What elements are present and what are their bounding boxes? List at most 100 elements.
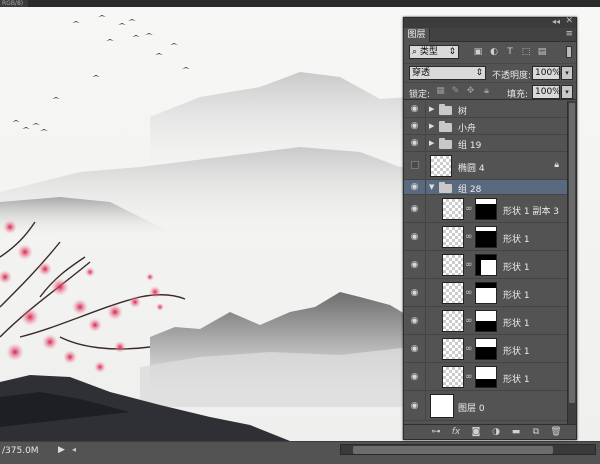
close-panel-icon[interactable]: ✕ xyxy=(565,16,573,26)
layer-thumbnail xyxy=(442,198,464,220)
visibility-eye-icon[interactable]: ◉ xyxy=(408,316,421,326)
lock-image-pixels-icon[interactable]: ✎ xyxy=(450,86,461,97)
adjustment-layer-icon[interactable]: ◑ xyxy=(490,427,502,438)
opacity-slider-toggle[interactable]: ▾ xyxy=(561,66,573,80)
scroll-left-arrow-icon[interactable]: ◂ xyxy=(72,445,76,454)
layer-row[interactable]: ◉ ∞ 形状 1 xyxy=(404,363,567,391)
layer-mask-thumbnail[interactable] xyxy=(475,282,497,304)
layer-row-selected[interactable]: ◉ ▼ 组 28 xyxy=(404,180,567,195)
layer-thumbnail xyxy=(430,394,454,418)
horizontal-scrollbar[interactable] xyxy=(340,444,596,455)
fill-input[interactable]: 100% xyxy=(532,85,561,99)
expand-arrow-icon[interactable]: ▶ xyxy=(429,122,434,130)
blend-mode-select[interactable]: 穿透 ⇕ xyxy=(409,66,486,80)
panel-menu-icon[interactable]: ≡ xyxy=(565,29,573,39)
layer-name: 组 28 xyxy=(458,185,482,195)
filter-toggle[interactable] xyxy=(566,46,572,58)
layer-name: 形状 1 xyxy=(503,263,530,273)
collapse-arrow-icon[interactable]: ▼ xyxy=(429,183,434,191)
visibility-eye-icon[interactable]: ◉ xyxy=(408,182,421,192)
new-layer-icon[interactable]: ⧉ xyxy=(530,427,542,438)
blend-row: 穿透 ⇕ 不透明度: 100% ▾ xyxy=(404,63,576,82)
type-filter-icon[interactable]: T xyxy=(504,46,516,58)
shape-filter-icon[interactable]: ⬚ xyxy=(520,46,532,58)
layer-mask-thumbnail[interactable] xyxy=(475,310,497,332)
layer-row[interactable]: ◉ ▶ 树 xyxy=(404,101,567,118)
status-menu-arrow-icon[interactable]: ▶ xyxy=(58,445,65,455)
layers-vertical-scrollbar[interactable] xyxy=(567,101,576,424)
collapse-panel-icon[interactable]: ◂◂ xyxy=(552,17,560,26)
layer-row[interactable]: 椭圆 4 🔒︎ xyxy=(404,152,567,180)
mask-link-icon[interactable]: ∞ xyxy=(465,232,473,242)
layer-name: 形状 1 xyxy=(503,319,530,329)
layers-panel: ◂◂ ✕ 图层 ≡ ⌕ 类型 ⇕ ▣ ◐ T ⬚ ▤ 穿透 ⇕ 不透明度: 100%… xyxy=(403,16,577,440)
document-tab[interactable]: RGB/8) xyxy=(0,0,28,7)
panel-title-strip[interactable]: ◂◂ ✕ xyxy=(404,16,576,28)
layer-mask-thumbnail[interactable] xyxy=(475,198,497,220)
layer-name: 形状 1 xyxy=(503,375,530,385)
layer-thumbnail xyxy=(442,366,464,388)
add-mask-icon[interactable]: ◙ xyxy=(470,427,482,438)
filter-kind-label: 类型 xyxy=(419,47,438,57)
layer-name: 形状 1 xyxy=(503,291,530,301)
dropdown-arrow-icon: ⇕ xyxy=(448,47,456,57)
opacity-input[interactable]: 100% xyxy=(532,66,561,80)
layer-row[interactable]: ◉ ∞ 形状 1 xyxy=(404,335,567,363)
visibility-eye-icon[interactable]: ◉ xyxy=(408,401,421,411)
layer-mask-thumbnail[interactable] xyxy=(475,366,497,388)
horizontal-scrollbar-thumb[interactable] xyxy=(353,446,553,454)
lock-all-icon[interactable]: 🔒︎ xyxy=(481,86,492,97)
layer-name: 形状 1 副本 3 xyxy=(503,207,560,217)
visibility-eye-icon[interactable]: ◉ xyxy=(408,372,421,382)
expand-arrow-icon[interactable]: ▶ xyxy=(429,139,434,147)
blend-mode-value: 穿透 xyxy=(412,68,431,78)
mask-link-icon[interactable]: ∞ xyxy=(465,260,473,270)
mask-link-icon[interactable]: ∞ xyxy=(465,344,473,354)
delete-layer-icon[interactable]: 🗑︎ xyxy=(550,427,562,438)
visibility-eye-icon[interactable]: ◉ xyxy=(408,344,421,354)
visibility-off-box[interactable] xyxy=(411,161,419,169)
lock-transparent-pixels-icon[interactable]: ▦ xyxy=(435,86,446,97)
layer-row[interactable]: ◉ ∞ 形状 1 xyxy=(404,279,567,307)
mask-link-icon[interactable]: ∞ xyxy=(465,288,473,298)
smart-object-filter-icon[interactable]: ▤ xyxy=(536,46,548,58)
visibility-eye-icon[interactable]: ◉ xyxy=(408,288,421,298)
adjustment-filter-icon[interactable]: ◐ xyxy=(488,46,500,58)
layer-name: 图层 0 xyxy=(458,404,485,414)
document-size-readout[interactable]: /375.0M xyxy=(2,446,39,456)
layer-style-fx-icon[interactable]: fx xyxy=(450,427,462,438)
visibility-eye-icon[interactable]: ◉ xyxy=(408,260,421,270)
layer-mask-thumbnail[interactable] xyxy=(475,338,497,360)
layer-name: 椭圆 4 xyxy=(458,164,485,174)
expand-arrow-icon[interactable]: ▶ xyxy=(429,105,434,113)
layer-row[interactable]: ◉ ∞ 形状 1 xyxy=(404,223,567,251)
mask-link-icon[interactable]: ∞ xyxy=(465,316,473,326)
layers-scrollbar-thumb[interactable] xyxy=(569,103,575,403)
layer-row[interactable]: ◉ ▶ 组 19 xyxy=(404,135,567,152)
layer-row[interactable]: ◉ ▶ 小舟 xyxy=(404,118,567,135)
layer-mask-thumbnail[interactable] xyxy=(475,226,497,248)
tab-layers[interactable]: 图层 xyxy=(404,28,430,42)
lock-position-icon[interactable]: ✥ xyxy=(465,86,476,97)
layer-mask-thumbnail[interactable] xyxy=(475,254,497,276)
visibility-eye-icon[interactable]: ◉ xyxy=(408,204,421,214)
mask-link-icon[interactable]: ∞ xyxy=(465,372,473,382)
layer-row[interactable]: ◉ ∞ 形状 1 xyxy=(404,251,567,279)
visibility-eye-icon[interactable]: ◉ xyxy=(408,121,421,131)
pixel-filter-icon[interactable]: ▣ xyxy=(472,46,484,58)
lock-label: 锁定: xyxy=(409,90,431,100)
fill-slider-toggle[interactable]: ▾ xyxy=(561,85,573,99)
visibility-eye-icon[interactable]: ◉ xyxy=(408,138,421,148)
mask-link-icon[interactable]: ∞ xyxy=(465,204,473,214)
visibility-eye-icon[interactable]: ◉ xyxy=(408,104,421,114)
link-layers-icon[interactable]: ⊶ xyxy=(430,427,442,438)
filter-kind-select[interactable]: ⌕ 类型 ⇕ xyxy=(409,45,459,59)
layer-row[interactable]: ◉ ∞ 形状 1 副本 3 xyxy=(404,195,567,223)
lock-row: 锁定: ▦ ✎ ✥ 🔒︎ 填充: 100% ▾ xyxy=(404,82,576,100)
visibility-eye-icon[interactable]: ◉ xyxy=(408,232,421,242)
new-group-icon[interactable]: ▬ xyxy=(510,427,522,438)
layer-row[interactable]: ◉ ∞ 形状 1 xyxy=(404,307,567,335)
layer-list: ◉ ▶ 树 ◉ ▶ 小舟 ◉ ▶ 组 19 椭圆 4 🔒︎ ◉ ▼ 组 28 ◉… xyxy=(404,101,567,424)
layer-filter-row: ⌕ 类型 ⇕ ▣ ◐ T ⬚ ▤ xyxy=(404,43,576,62)
layer-row[interactable]: ◉ 图层 0 xyxy=(404,391,567,421)
